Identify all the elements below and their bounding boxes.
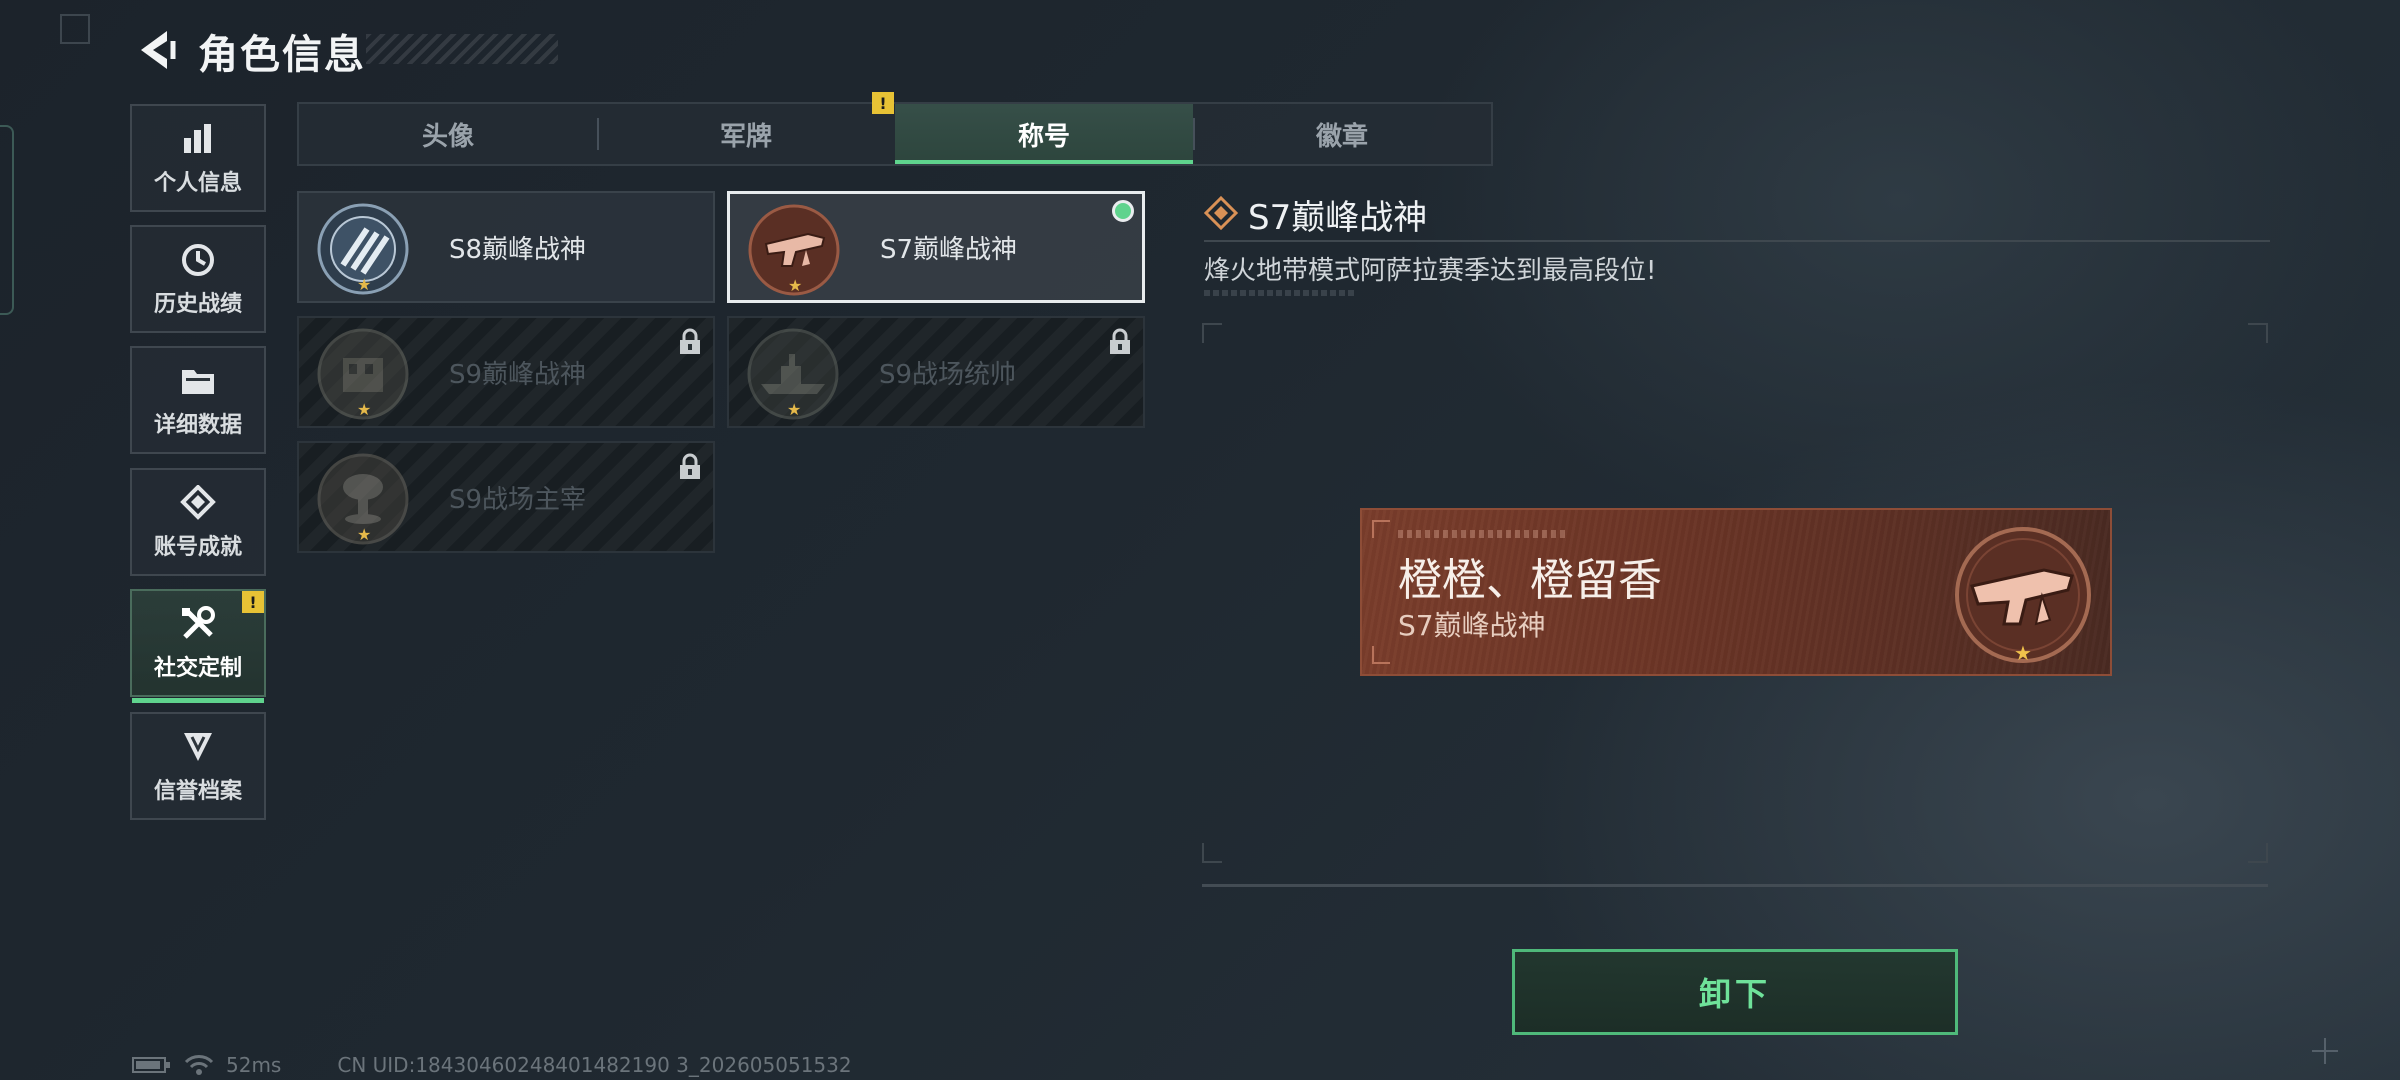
star-icon: ★ <box>357 275 372 294</box>
title-preview-banner: 橙橙、橙留香 S7巅峰战神 ★ <box>1360 508 2112 676</box>
sidebar-item-label: 信誉档案 <box>153 779 242 804</box>
banner-decoration <box>1398 530 1568 538</box>
lock-icon <box>680 453 700 479</box>
title-name: S9战场统帅 <box>879 359 1017 390</box>
category-tabs: 头像 军牌 称号 徽章 <box>297 102 1493 166</box>
diamond-title-icon <box>1204 196 1238 230</box>
sidebar-item-social-custom[interactable]: ! 社交定制 <box>130 589 266 703</box>
equipped-indicator <box>1112 200 1134 222</box>
tab-label: 徽章 <box>1315 121 1368 152</box>
bar-chart-icon <box>178 119 218 159</box>
detail-decoration <box>1204 290 1354 296</box>
sidebar-item-label: 个人信息 <box>153 171 242 196</box>
achievement-icon <box>178 483 218 523</box>
title-card-locked[interactable]: ★ S9战场主宰 <box>297 441 715 553</box>
status-bar: 52ms CN UID:18430460248401482190 3_20260… <box>132 1053 852 1077</box>
star-icon: ★ <box>357 400 372 419</box>
star-icon: ★ <box>787 400 802 419</box>
sidebar-item-reputation[interactable]: 信誉档案 <box>130 712 266 820</box>
star-icon: ★ <box>788 276 803 295</box>
crosshair-icon <box>2312 1038 2338 1064</box>
sidebar-item-label: 社交定制 <box>153 656 242 681</box>
folder-icon <box>178 361 218 401</box>
preview-title: S7巅峰战神 <box>1398 609 1546 642</box>
window-corner-marker <box>60 14 90 44</box>
title-name: S9战场主宰 <box>449 484 587 515</box>
sidebar-item-label: 历史战绩 <box>153 292 242 317</box>
lock-icon <box>1110 328 1130 354</box>
tab-warning-badge: ! <box>872 92 894 114</box>
title-card-locked[interactable]: ★ S9巅峰战神 <box>297 316 715 428</box>
lock-icon <box>680 328 700 354</box>
title-decoration <box>366 34 558 64</box>
history-icon <box>178 240 218 280</box>
s7-medal-icon: ★ <box>1955 527 2091 665</box>
tab-label: 称号 <box>1017 121 1070 152</box>
sidebar-item-label: 账号成就 <box>153 535 242 560</box>
detail-title: S7巅峰战神 <box>1248 198 1428 238</box>
tab-label: 军牌 <box>719 121 772 152</box>
sidebar-item-details[interactable]: 详细数据 <box>130 346 266 454</box>
tab-avatar[interactable]: 头像 <box>299 104 597 164</box>
unequip-button[interactable]: 卸下 <box>1512 949 1958 1035</box>
divider <box>1204 240 2270 242</box>
tools-icon <box>178 604 218 644</box>
back-arrow-icon <box>141 31 176 69</box>
title-card-selected[interactable]: ★ S7巅峰战神 <box>727 191 1145 303</box>
tab-dog-tag[interactable]: 军牌 <box>597 104 895 164</box>
sidebar-item-achievements[interactable]: 账号成就 <box>130 468 266 576</box>
title-name: S7巅峰战神 <box>880 234 1018 265</box>
title-name: S9巅峰战神 <box>449 359 587 390</box>
star-icon: ★ <box>357 525 372 544</box>
warning-badge: ! <box>242 591 264 613</box>
edge-pull-tab[interactable] <box>0 125 14 315</box>
uid-text: CN UID:18430460248401482190 3_2026050515… <box>337 1053 852 1077</box>
divider <box>1202 884 2268 887</box>
tab-label: 头像 <box>421 121 474 152</box>
title-card[interactable]: ★ S8巅峰战神 <box>297 191 715 303</box>
ping-value: 52ms <box>226 1053 282 1077</box>
battery-icon <box>132 1057 170 1073</box>
page-title: 角色信息 <box>198 32 366 78</box>
tab-badge[interactable]: 徽章 <box>1193 104 1491 164</box>
sidebar-item-profile[interactable]: 个人信息 <box>130 104 266 212</box>
back-button[interactable] <box>128 22 184 78</box>
svg-text:★: ★ <box>2014 641 2032 665</box>
reputation-icon <box>178 727 218 767</box>
detail-description: 烽火地带模式阿萨拉赛季达到最高段位! <box>1204 256 1657 286</box>
title-name: S8巅峰战神 <box>449 234 587 265</box>
wifi-icon <box>184 1055 214 1075</box>
player-name: 橙橙、橙留香 <box>1398 555 1662 606</box>
unequip-label: 卸下 <box>1698 975 1771 1013</box>
title-card-locked[interactable]: ★ S9战场统帅 <box>727 316 1145 428</box>
tab-title[interactable]: 称号 <box>895 104 1193 164</box>
sidebar-item-history[interactable]: 历史战绩 <box>130 225 266 333</box>
sidebar-item-label: 详细数据 <box>153 413 242 438</box>
